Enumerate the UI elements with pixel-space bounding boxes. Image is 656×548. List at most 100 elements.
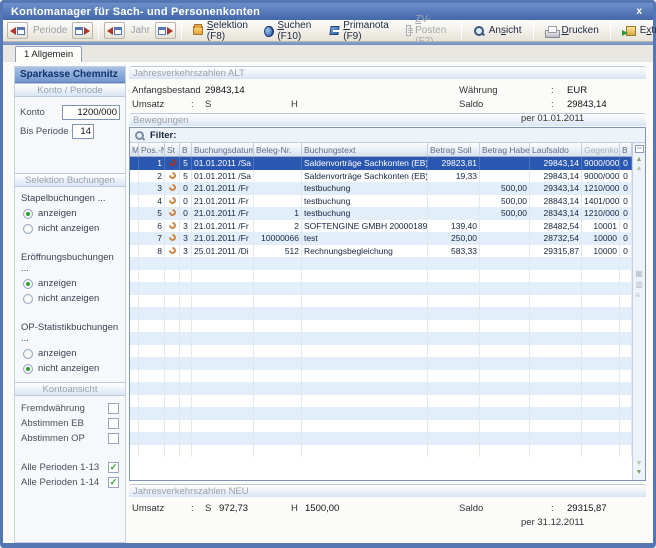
radio-option[interactable]: nicht anzeigen [15, 291, 125, 306]
cell-haben [480, 232, 530, 245]
radio-selected-icon[interactable] [23, 209, 33, 219]
radio-option[interactable]: nicht anzeigen [15, 221, 125, 236]
cell-st [165, 170, 180, 183]
empty-row [130, 395, 632, 408]
column-header-b2[interactable]: B [620, 143, 632, 156]
radio-unselected-icon[interactable] [23, 349, 33, 359]
table-row[interactable]: 3021.01.2011 /Frtestbuchung500,0029343,1… [130, 182, 632, 195]
table-row[interactable]: 8325.01.2011 /Di512Rechnungsbegleichung5… [130, 245, 632, 258]
column-header-gegenkonto[interactable]: Gegenkonto [582, 143, 620, 156]
bis-periode-input[interactable] [72, 124, 94, 139]
cell-b: 0 [180, 182, 192, 195]
radio-unselected-icon[interactable] [23, 294, 33, 304]
cell-gegenkonto: 1210/000 [582, 207, 620, 220]
checkbox-row[interactable]: Alle Perioden 1-13✓ [15, 460, 125, 475]
column-chooser-icon[interactable] [635, 145, 644, 153]
checkbox-row[interactable]: Fremdwährung [15, 401, 125, 416]
column-header-text[interactable]: Buchungstext [302, 143, 428, 156]
nav-next-jahr-button[interactable] [155, 22, 176, 39]
table-scrollbar[interactable]: ▲ ▲ ▦ ▥ ≡ ▼ ▼ [632, 143, 645, 480]
nav-prev-jahr-button[interactable] [104, 22, 125, 39]
suchen-button[interactable]: Suchen (F10) [259, 21, 322, 40]
table-row[interactable]: 4021.01.2011 /Frtestbuchung500,0028843,1… [130, 195, 632, 208]
main-panel: Jahresverkehrszahlen ALT Anfangsbestand … [129, 66, 646, 543]
cell-m [130, 182, 139, 195]
empty-row [130, 307, 632, 320]
neu-soll-marker: S [205, 503, 219, 514]
search-mini-icon[interactable]: ▥ [635, 281, 643, 289]
filter-row[interactable]: Filter: [130, 128, 645, 143]
column-header-m[interactable]: M [130, 143, 139, 156]
empty-row [130, 270, 632, 283]
cell-b: 5 [180, 157, 192, 170]
checkbox-unchecked-icon[interactable] [108, 403, 119, 414]
cell-pos: 6 [139, 220, 165, 233]
close-button[interactable]: x [633, 6, 645, 17]
empty-row [130, 357, 632, 370]
cell-b2: 0 [620, 157, 632, 170]
sum-mini-icon[interactable]: ≡ [635, 292, 643, 300]
nav-next-periode-button[interactable] [72, 22, 93, 39]
extras-button[interactable]: Extras [616, 21, 656, 40]
cell-text: Saldenvorträge Sachkonten (EB) [302, 170, 428, 183]
grid-mini-icon[interactable]: ▦ [635, 270, 643, 278]
column-header-beleg[interactable]: Beleg-Nr. [254, 143, 302, 156]
checkbox-unchecked-icon[interactable] [108, 433, 119, 444]
alt-umsatz-label: Umsatz [129, 99, 191, 110]
radio-selected-icon[interactable] [23, 279, 33, 289]
cell-beleg: 2 [254, 220, 302, 233]
scroll-up-icon[interactable]: ▲ [636, 165, 643, 174]
radio-option[interactable]: anzeigen [15, 346, 125, 361]
table-row[interactable]: 2501.01.2011 /SaSaldenvorträge Sachkonte… [130, 170, 632, 183]
scroll-top-icon[interactable]: ▲ [636, 156, 643, 165]
neu-umsatz-soll-value: 972,73 [219, 503, 291, 514]
alt-saldo-value: 29843,14 [567, 99, 637, 110]
radio-option[interactable]: anzeigen [15, 276, 125, 291]
alt-right-block: Währung : EUR Saldo : 29843,14 per 01.01… [459, 83, 637, 125]
alt-per-date: per 01.01.2011 [459, 111, 637, 125]
window-title: Kontomanager für Sach- und Personenkonte… [11, 6, 633, 18]
tab-allgemein[interactable]: 1 Allgemein [15, 46, 82, 62]
checkbox-row[interactable]: Alle Perioden 1-14✓ [15, 475, 125, 490]
checkbox-row[interactable]: Abstimmen EB [15, 416, 125, 431]
filter-label: Filter: [150, 130, 176, 141]
nav-prev-periode-button[interactable] [7, 22, 28, 39]
table-row[interactable]: 6321.01.2011 /Fr2SOFTENGINE GMBH 2000018… [130, 220, 632, 233]
column-header-st[interactable]: St [165, 143, 180, 156]
radio-unselected-icon[interactable] [23, 224, 33, 234]
column-header-datum[interactable]: Buchungsdatum▼ [192, 143, 254, 156]
checkbox-checked-icon[interactable]: ✓ [108, 462, 119, 473]
primanota-button[interactable]: Primanota (F9) [324, 21, 398, 40]
checkbox-unchecked-icon[interactable] [108, 418, 119, 429]
empty-row [130, 332, 632, 345]
suchen-label: Suchen (F10) [277, 20, 316, 42]
cell-haben: 500,00 [480, 207, 530, 220]
empty-row [130, 370, 632, 383]
ansicht-button[interactable]: Ansicht [467, 21, 528, 40]
table-row[interactable]: 1501.01.2011 /SaSaldenvorträge Sachkonte… [130, 157, 632, 170]
table-row[interactable]: 5021.01.2011 /Fr1testbuchung500,0028343,… [130, 207, 632, 220]
sidebar: Sparkasse Chemnitz Konto / Periode Konto… [14, 66, 126, 543]
magnifier-icon [473, 25, 485, 37]
drucken-button[interactable]: Drucken [539, 21, 605, 40]
column-header-saldo[interactable]: Laufsaldo [530, 143, 582, 156]
scroll-bottom-icon[interactable]: ▼ [636, 469, 643, 478]
radio-selected-icon[interactable] [23, 364, 33, 374]
table-header-row: MPos.-Nr▼StBBuchungsdatum▼Beleg-Nr.Buchu… [130, 143, 632, 157]
column-header-b[interactable]: B [180, 143, 192, 156]
checkbox-checked-icon[interactable]: ✓ [108, 477, 119, 488]
selektion-button[interactable]: Selektion (F8) [187, 21, 257, 40]
posting-status-icon [168, 220, 178, 230]
column-header-pos[interactable]: Pos.-Nr▼ [139, 143, 165, 156]
section-header-selektion: Selektion Buchungen [15, 173, 125, 187]
column-header-soll[interactable]: Betrag Soll [428, 143, 480, 156]
checkbox-label: Alle Perioden 1-14 [21, 477, 108, 488]
checkbox-row[interactable]: Abstimmen OP [15, 431, 125, 446]
radio-option[interactable]: nicht anzeigen [15, 361, 125, 376]
scroll-down-icon[interactable]: ▼ [636, 460, 643, 469]
neu-per-date: per 31.12.2011 [459, 515, 637, 529]
radio-option[interactable]: anzeigen [15, 206, 125, 221]
konto-input[interactable] [62, 105, 120, 120]
column-header-haben[interactable]: Betrag Haben [480, 143, 530, 156]
table-row[interactable]: 7321.01.2011 /Fr10000066test250,0028732,… [130, 232, 632, 245]
